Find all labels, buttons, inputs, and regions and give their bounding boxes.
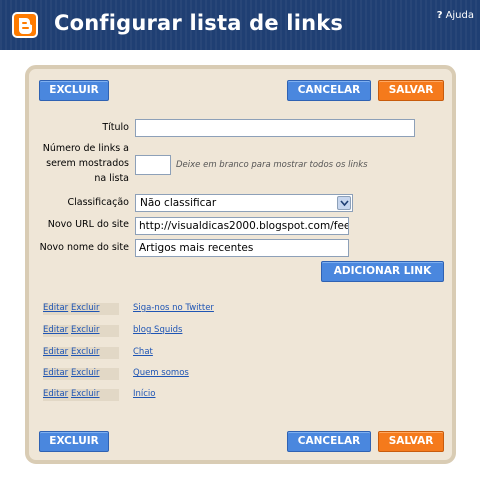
save-button-bottom[interactable]: SALVAR: [378, 431, 444, 452]
delete-link[interactable]: Excluir: [71, 347, 100, 357]
delete-button-top[interactable]: EXCLUIR: [39, 80, 109, 101]
count-label-line-2: serem mostrados: [46, 158, 129, 169]
delete-button-bottom[interactable]: EXCLUIR: [39, 431, 109, 452]
name-input[interactable]: Artigos mais recentes: [135, 239, 349, 257]
name-label: Novo nome do site: [39, 242, 129, 253]
help-icon: ?: [436, 10, 443, 21]
row-actions: Editar Excluir: [43, 303, 119, 315]
link-title[interactable]: blog Squids: [133, 325, 182, 335]
edit-link[interactable]: Editar: [43, 303, 68, 313]
row-actions: Editar Excluir: [43, 368, 119, 380]
link-title[interactable]: Início: [133, 389, 156, 399]
url-input[interactable]: http://visualdicas2000.blogspot.com/feed…: [135, 217, 349, 235]
delete-link[interactable]: Excluir: [71, 389, 100, 399]
sort-select[interactable]: Não classificar: [135, 194, 353, 212]
edit-link[interactable]: Editar: [43, 347, 68, 357]
link-title[interactable]: Siga-nos no Twitter: [133, 303, 214, 313]
url-label: Novo URL do site: [47, 219, 129, 230]
title-label: Título: [102, 122, 129, 133]
link-list-config-panel: EXCLUIR CANCELAR SALVAR Título Número de…: [25, 65, 456, 464]
edit-link[interactable]: Editar: [43, 325, 68, 335]
chevron-down-icon[interactable]: [337, 196, 351, 210]
count-hint: Deixe em branco para mostrar todos os li…: [176, 160, 368, 170]
edit-link[interactable]: Editar: [43, 389, 68, 399]
link-title[interactable]: Quem somos: [133, 368, 189, 378]
sort-label: Classificação: [67, 197, 129, 208]
cancel-button-top[interactable]: CANCELAR: [287, 80, 371, 101]
count-input[interactable]: [135, 155, 171, 175]
edit-link[interactable]: Editar: [43, 368, 68, 378]
cancel-button-bottom[interactable]: CANCELAR: [287, 431, 371, 452]
delete-link[interactable]: Excluir: [71, 303, 100, 313]
help-link[interactable]: ? Ajuda: [437, 10, 474, 21]
row-actions: Editar Excluir: [43, 389, 119, 401]
count-label-line-3: na lista: [94, 173, 129, 184]
count-label-line-1: Número de links a: [42, 143, 129, 154]
sort-selected-value: Não classificar: [140, 197, 217, 209]
page-title: Configurar lista de links: [54, 11, 344, 35]
delete-link[interactable]: Excluir: [71, 325, 100, 335]
page-header: Configurar lista de links ? Ajuda: [0, 0, 480, 50]
add-link-button[interactable]: ADICIONAR LINK: [321, 261, 444, 282]
row-actions: Editar Excluir: [43, 325, 119, 337]
blogger-logo-icon: [12, 12, 38, 38]
row-actions: Editar Excluir: [43, 347, 119, 359]
delete-link[interactable]: Excluir: [71, 368, 100, 378]
title-input[interactable]: [135, 119, 415, 137]
save-button-top[interactable]: SALVAR: [378, 80, 444, 101]
link-title[interactable]: Chat: [133, 347, 153, 357]
help-label[interactable]: Ajuda: [446, 10, 474, 21]
